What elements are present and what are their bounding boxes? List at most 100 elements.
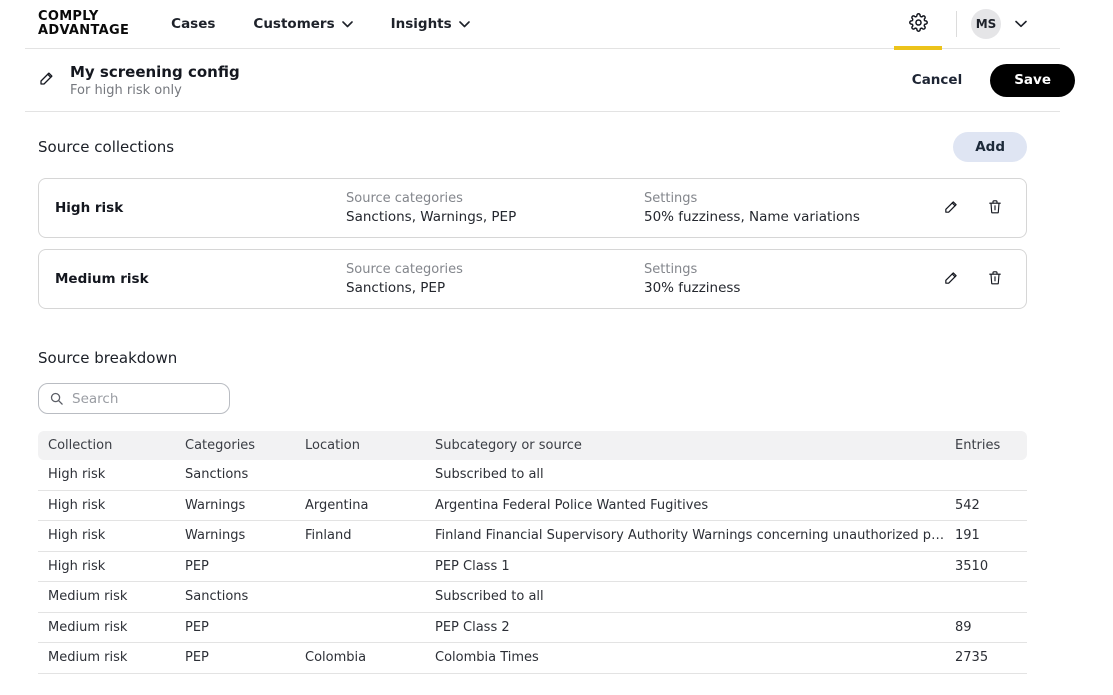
pencil-icon xyxy=(38,69,56,91)
nav-item-label: Cases xyxy=(171,16,215,32)
avatar[interactable]: MS xyxy=(971,9,1001,39)
source-breakdown-title: Source breakdown xyxy=(0,349,1113,367)
trash-icon xyxy=(987,198,1003,218)
table-row: Medium riskSanctionsSubscribed to all xyxy=(38,582,1027,613)
card-actions xyxy=(943,198,1008,218)
config-header: My screening config For high risk only C… xyxy=(0,49,1113,111)
collection-categories: Source categories Sanctions, Warnings, P… xyxy=(346,191,644,225)
source-collections-title: Source collections xyxy=(38,138,174,156)
table-cell: Sanctions xyxy=(185,467,305,482)
avatar-initials: MS xyxy=(976,17,997,31)
settings-value: 30% fuzziness xyxy=(644,280,943,296)
search-input[interactable] xyxy=(72,391,219,407)
table-cell: Sanctions xyxy=(185,589,305,604)
collection-settings: Settings 30% fuzziness xyxy=(644,262,943,296)
header-separator xyxy=(25,111,1060,112)
delete-collection-button[interactable] xyxy=(987,198,1003,218)
table-cell: Subscribed to all xyxy=(435,467,955,482)
add-collection-button[interactable]: Add xyxy=(953,132,1027,162)
comply-advantage-logo[interactable]: COMPLY ADVANTAGE xyxy=(38,10,129,37)
table-cell: PEP xyxy=(185,620,305,635)
config-title-block: My screening config For high risk only xyxy=(70,63,240,98)
gear-icon xyxy=(909,13,928,36)
column-header: Subcategory or source xyxy=(435,438,955,453)
collection-name: High risk xyxy=(55,200,346,216)
table-cell: Medium risk xyxy=(48,589,185,604)
pencil-icon xyxy=(943,269,960,289)
table-cell: Medium risk xyxy=(48,650,185,665)
nav-item-label: Insights xyxy=(391,16,452,32)
table-cell: 191 xyxy=(955,528,1027,543)
table-cell: Warnings xyxy=(185,498,305,513)
table-cell: Colombia xyxy=(305,650,435,665)
settings-button[interactable] xyxy=(894,13,942,36)
nav-item-customers[interactable]: Customers xyxy=(253,16,352,32)
table-cell: Argentina xyxy=(305,498,435,513)
collection-card-high-risk: High risk Source categories Sanctions, W… xyxy=(38,178,1027,238)
table-row: High riskWarningsArgentinaArgentina Fede… xyxy=(38,491,1027,522)
search-icon xyxy=(49,391,64,406)
table-cell: Medium risk xyxy=(48,620,185,635)
table-cell: PEP xyxy=(185,650,305,665)
table-cell: Argentina Federal Police Wanted Fugitive… xyxy=(435,498,955,513)
nav-item-insights[interactable]: Insights xyxy=(391,16,470,32)
chevron-down-icon xyxy=(342,16,353,32)
collection-card-medium-risk: Medium risk Source categories Sanctions,… xyxy=(38,249,1027,309)
table-cell: Warnings xyxy=(185,528,305,543)
header-actions: Cancel Save xyxy=(912,64,1075,97)
pencil-icon xyxy=(943,198,960,218)
collection-name: Medium risk xyxy=(55,271,346,287)
delete-collection-button[interactable] xyxy=(987,269,1003,289)
table-cell: PEP xyxy=(185,559,305,574)
column-header: Entries xyxy=(955,438,1027,453)
breakdown-table: CollectionCategoriesLocationSubcategory … xyxy=(38,431,1027,674)
settings-label: Settings xyxy=(644,191,943,206)
account-chevron-down-icon[interactable] xyxy=(1015,20,1027,28)
logo-line-1: COMPLY xyxy=(38,10,129,24)
table-cell: High risk xyxy=(48,467,185,482)
search-box xyxy=(38,383,230,414)
edit-title-button[interactable] xyxy=(38,69,56,91)
source-collections-header: Source collections Add xyxy=(0,132,1113,162)
save-button[interactable]: Save xyxy=(990,64,1075,97)
table-cell: 2735 xyxy=(955,650,1027,665)
nav-item-cases[interactable]: Cases xyxy=(171,16,215,32)
nav-item-label: Customers xyxy=(253,16,334,32)
table-cell: 542 xyxy=(955,498,1027,513)
table-header-row: CollectionCategoriesLocationSubcategory … xyxy=(38,431,1027,460)
collection-cards: High risk Source categories Sanctions, W… xyxy=(0,178,1113,309)
categories-value: Sanctions, Warnings, PEP xyxy=(346,209,644,225)
table-row: High riskWarningsFinlandFinland Financia… xyxy=(38,521,1027,552)
logo-line-2: ADVANTAGE xyxy=(38,24,129,38)
table-cell: Finland Financial Supervisory Authority … xyxy=(435,528,955,543)
table-row: High riskPEP PEP Class 13510 xyxy=(38,552,1027,583)
table-cell: PEP Class 2 xyxy=(435,620,955,635)
collection-categories: Source categories Sanctions, PEP xyxy=(346,262,644,296)
table-cell: Colombia Times xyxy=(435,650,955,665)
nav-items: Cases Customers Insights xyxy=(171,16,470,32)
edit-collection-button[interactable] xyxy=(943,269,960,289)
table-cell: 89 xyxy=(955,620,1027,635)
table-row: Medium riskPEPColombiaColombia Times2735 xyxy=(38,643,1027,674)
column-header: Collection xyxy=(48,438,185,453)
page-title: My screening config xyxy=(70,63,240,81)
trash-icon xyxy=(987,269,1003,289)
table-row: Medium riskPEP PEP Class 289 xyxy=(38,613,1027,644)
table-cell: Finland xyxy=(305,528,435,543)
settings-value: 50% fuzziness, Name variations xyxy=(644,209,943,225)
column-header: Categories xyxy=(185,438,305,453)
table-cell: High risk xyxy=(48,559,185,574)
table-cell: High risk xyxy=(48,498,185,513)
edit-collection-button[interactable] xyxy=(943,198,960,218)
cancel-button[interactable]: Cancel xyxy=(912,72,962,88)
active-tab-indicator xyxy=(894,46,942,50)
nav-divider xyxy=(956,11,957,37)
card-actions xyxy=(943,269,1008,289)
table-cell: PEP Class 1 xyxy=(435,559,955,574)
categories-value: Sanctions, PEP xyxy=(346,280,644,296)
table-row: High riskSanctions Subscribed to all xyxy=(38,460,1027,491)
table-cell: 3510 xyxy=(955,559,1027,574)
collection-settings: Settings 50% fuzziness, Name variations xyxy=(644,191,943,225)
top-nav: COMPLY ADVANTAGE Cases Customers Insight… xyxy=(0,0,1113,48)
page-subtitle: For high risk only xyxy=(70,83,240,98)
